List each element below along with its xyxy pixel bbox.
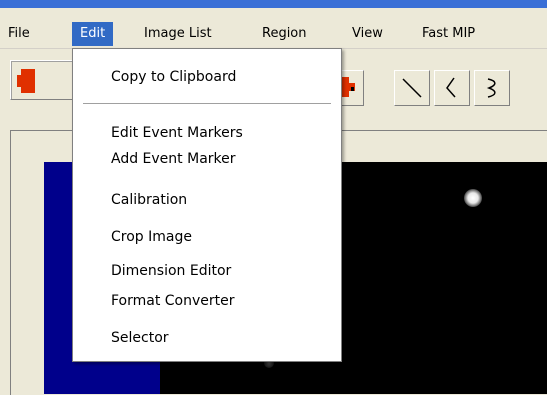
menu-item-format-converter[interactable]: Format Converter <box>111 289 235 313</box>
menu-item-add-event-marker[interactable]: Add Event Marker <box>111 147 236 171</box>
menu-region[interactable]: Region <box>254 22 315 46</box>
title-bar-strip <box>0 0 547 8</box>
zigzag-tool-icon <box>446 77 456 98</box>
menu-fast-mip[interactable]: Fast MIP <box>414 22 483 46</box>
menu-item-calibration[interactable]: Calibration <box>111 188 187 212</box>
menu-item-crop-image[interactable]: Crop Image <box>111 225 192 249</box>
menu-view[interactable]: View <box>344 22 391 46</box>
zigzag-tool-button[interactable] <box>434 70 470 106</box>
menu-separator <box>83 103 331 104</box>
menu-image-list[interactable]: Image List <box>136 22 220 46</box>
line-tool-button[interactable] <box>394 70 430 106</box>
menu-item-edit-event-markers[interactable]: Edit Event Markers <box>111 121 243 145</box>
menu-item-dimension-editor[interactable]: Dimension Editor <box>111 259 231 283</box>
bright-spot <box>464 189 482 207</box>
menu-edit[interactable]: Edit <box>72 22 114 46</box>
hand-icon <box>17 69 35 93</box>
menu-file[interactable]: File <box>0 22 38 46</box>
edit-menu-dropdown: Copy to Clipboard Edit Event Markers Add… <box>72 48 342 362</box>
curve-tool-icon <box>486 78 496 98</box>
menu-bar: File Edit Image List Region View Fast MI… <box>0 20 547 49</box>
menu-item-copy-to-clipboard[interactable]: Copy to Clipboard <box>111 65 236 89</box>
menu-item-selector[interactable]: Selector <box>111 326 169 350</box>
curve-tool-button[interactable] <box>474 70 510 106</box>
line-tool-icon <box>402 78 422 98</box>
hand-tool-button[interactable] <box>10 60 76 100</box>
